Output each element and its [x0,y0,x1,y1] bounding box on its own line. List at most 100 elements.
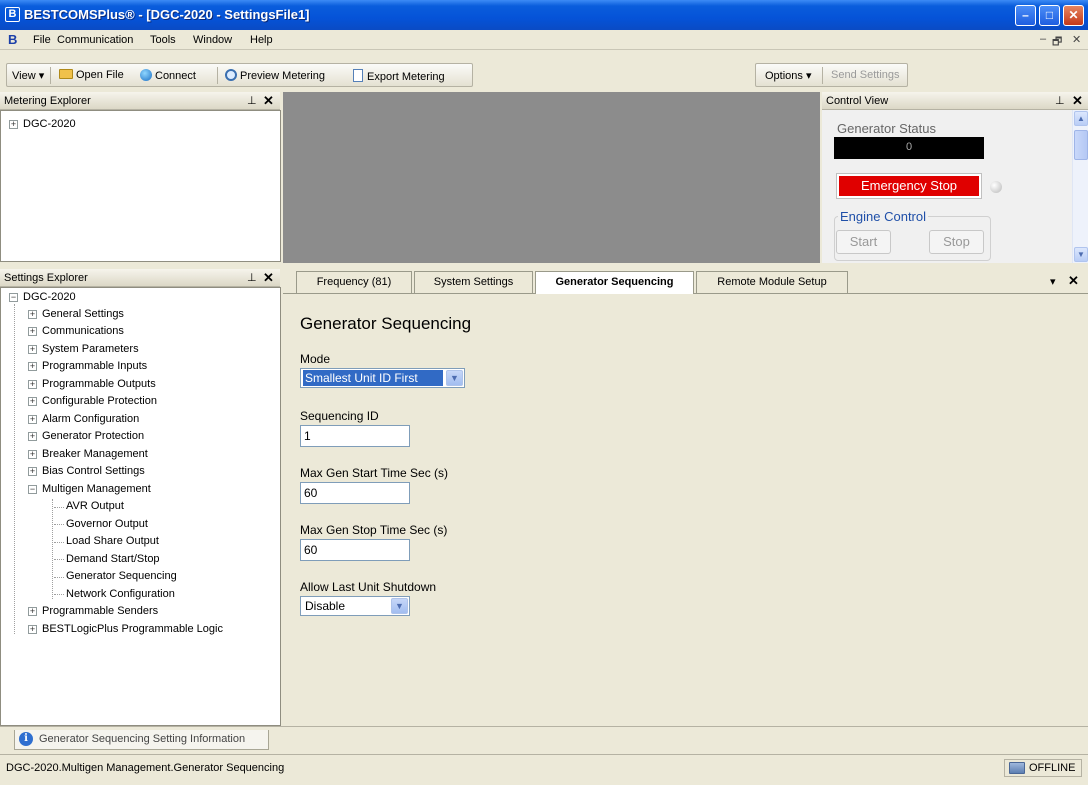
open-file-button[interactable]: Open File [59,69,124,81]
menu-window[interactable]: Window [193,34,232,46]
app-menu-icon[interactable]: B [8,33,20,46]
generator-status-label: Generator Status [837,121,936,136]
scroll-thumb[interactable] [1074,130,1088,160]
tree-item-label: Communications [42,325,124,337]
tree-item-load-share-output[interactable]: Load Share Output [66,533,159,550]
expand-icon[interactable]: + [28,327,37,336]
tree-item-bias-control-settings[interactable]: + Bias Control Settings [28,463,145,480]
tree-item-avr-output[interactable]: AVR Output [66,498,124,515]
max-gen-start-input[interactable]: 60 [300,482,410,504]
preview-metering-button[interactable]: Preview Metering [225,69,325,82]
expand-icon[interactable]: + [28,467,37,476]
tree-item-programmable-senders[interactable]: + Programmable Senders [28,603,158,620]
allow-shutdown-select[interactable]: Disable ▼ [300,596,410,616]
settings-explorer-tree: − DGC-2020 + General Settings + Communicati… [0,287,281,726]
send-settings-button[interactable]: Send Settings [831,69,900,81]
tree-item-generator-protection[interactable]: + Generator Protection [28,428,144,445]
expand-icon[interactable]: + [28,607,37,616]
pin-icon[interactable]: ⊥ [1055,94,1065,107]
status-bar: DGC-2020.Multigen Management.Generator S… [0,754,1088,780]
tab-menu-icon[interactable]: ▾ [1050,275,1056,288]
open-file-label: Open File [76,69,124,81]
tree-item-label: Breaker Management [42,448,148,460]
max-gen-stop-input[interactable]: 60 [300,539,410,561]
tree-line [54,594,64,595]
mdi-minimize-button[interactable]: – [1040,33,1046,45]
scroll-down-icon[interactable]: ▼ [1074,247,1088,262]
tree-item-multigen-management[interactable]: − Multigen Management [28,481,151,498]
allow-shutdown-value: Disable [305,599,346,613]
expand-icon[interactable]: + [9,120,18,129]
expand-icon[interactable]: + [28,397,37,406]
expand-icon[interactable]: + [28,625,37,634]
minimize-button[interactable]: – [1015,5,1036,26]
sequencing-id-input[interactable]: 1 [300,425,410,447]
mdi-close-button[interactable]: ✕ [1072,33,1081,46]
mode-select[interactable]: Smallest Unit ID First ▼ [300,368,465,388]
chevron-down-icon[interactable]: ▼ [391,598,408,614]
tree-item-system-parameters[interactable]: + System Parameters [28,341,139,358]
scroll-up-icon[interactable]: ▲ [1074,111,1088,126]
tree-item-alarm-configuration[interactable]: + Alarm Configuration [28,411,139,428]
tab-frequency[interactable]: Frequency (81) [296,271,412,293]
collapse-icon[interactable]: − [9,293,18,302]
settings-explorer-close-button[interactable]: ✕ [263,270,274,286]
tab-close-button[interactable]: ✕ [1068,273,1079,289]
export-metering-button[interactable]: Export Metering [353,69,445,83]
metering-explorer-close-button[interactable]: ✕ [263,93,274,109]
tree-item-network-configuration[interactable]: Network Configuration [66,586,175,603]
tree-item-breaker-management[interactable]: + Breaker Management [28,446,148,463]
tree-item-bestlogicplus[interactable]: + BESTLogicPlus Programmable Logic [28,621,223,638]
close-button[interactable]: ✕ [1063,5,1084,26]
pin-icon[interactable]: ⊥ [247,94,257,107]
tree-item-governor-output[interactable]: Governor Output [66,516,148,533]
control-view-close-button[interactable]: ✕ [1072,93,1083,109]
settings-form [283,294,1088,726]
menu-communication[interactable]: Communication [57,34,133,46]
tree-line [54,577,64,578]
expand-icon[interactable]: + [28,380,37,389]
view-dropdown[interactable]: View ▾ [12,69,44,82]
collapse-icon[interactable]: − [28,485,37,494]
tab-remote-module-setup[interactable]: Remote Module Setup [696,271,848,293]
options-dropdown[interactable]: Options ▾ [765,69,812,82]
menu-file[interactable]: File [33,34,51,46]
tree-item-label: Configurable Protection [42,395,157,407]
tree-item-label: BESTLogicPlus Programmable Logic [42,623,223,635]
tree-item-general-settings[interactable]: + General Settings [28,306,124,323]
max-gen-start-label: Max Gen Start Time Sec (s) [300,466,449,480]
tree-item-generator-sequencing[interactable]: Generator Sequencing [66,568,177,585]
tree-item-dgc2020-metering[interactable]: + DGC-2020 [9,116,76,133]
tree-item-communications[interactable]: + Communications [28,323,124,340]
expand-icon[interactable]: + [28,362,37,371]
network-icon [1009,762,1025,774]
tree-item-configurable-protection[interactable]: + Configurable Protection [28,393,157,410]
menu-tools[interactable]: Tools [150,34,176,46]
tree-item-demand-start-stop[interactable]: Demand Start/Stop [66,551,160,568]
tree-item-dgc2020[interactable]: − DGC-2020 [9,289,76,306]
expand-icon[interactable]: + [28,432,37,441]
expand-icon[interactable]: + [28,310,37,319]
tree-item-programmable-outputs[interactable]: + Programmable Outputs [28,376,156,393]
stop-button[interactable]: Stop [929,230,984,254]
tree-item-programmable-inputs[interactable]: + Programmable Inputs [28,358,147,375]
maximize-button[interactable]: □ [1039,5,1060,26]
expand-icon[interactable]: + [28,450,37,459]
connect-button[interactable]: Connect [140,69,196,82]
menu-help[interactable]: Help [250,34,273,46]
tab-generator-sequencing[interactable]: Generator Sequencing [535,271,694,294]
start-button[interactable]: Start [836,230,891,254]
tree-item-label: Alarm Configuration [42,413,140,425]
tree-line [54,542,64,543]
connection-status: OFFLINE [1004,759,1082,777]
title-bar: B BESTCOMSPlus® - [DGC-2020 - SettingsFi… [0,0,1088,30]
tab-system-settings[interactable]: System Settings [414,271,533,293]
status-path: DGC-2020.Multigen Management.Generator S… [6,762,285,774]
emergency-stop-button[interactable]: Emergency Stop [836,173,982,199]
info-tab[interactable]: i Generator Sequencing Setting Informati… [14,730,269,750]
control-view-scrollbar[interactable]: ▲ ▼ [1072,110,1088,263]
expand-icon[interactable]: + [28,415,37,424]
pin-icon[interactable]: ⊥ [247,271,257,284]
chevron-down-icon[interactable]: ▼ [446,370,463,386]
expand-icon[interactable]: + [28,345,37,354]
